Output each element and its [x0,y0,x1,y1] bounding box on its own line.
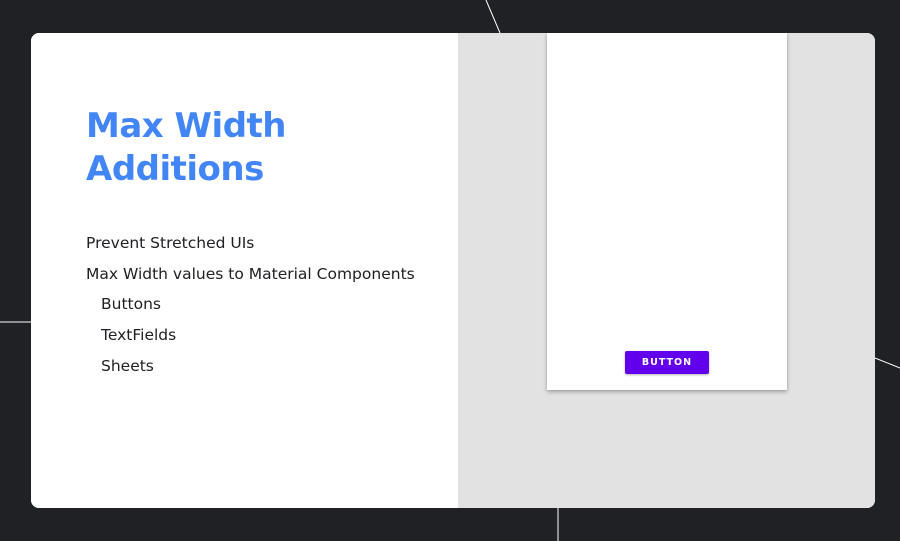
slide: Max Width Additions Prevent Stretched UI… [31,33,875,508]
bullet-item: Prevent Stretched UIs [86,234,255,252]
sub-bullet-item: Buttons [101,295,161,314]
sub-bullet-item: Sheets [101,356,154,375]
button[interactable]: BUTTON [625,351,709,374]
slide-title-line: Max Width [86,106,287,146]
slide-title: Max Width Additions [86,105,287,191]
bullet-list: Prevent Stretched UIs Max Width values t… [86,228,415,381]
bullet-item: Max Width values to Material Components [86,264,415,283]
phone-screen-preview: BUTTON [547,33,787,390]
text-pane: Max Width Additions Prevent Stretched UI… [31,33,458,508]
slide-title-line: Additions [86,149,264,189]
preview-pane: BUTTON [458,33,875,508]
sub-bullet-item: TextFields [101,326,177,345]
